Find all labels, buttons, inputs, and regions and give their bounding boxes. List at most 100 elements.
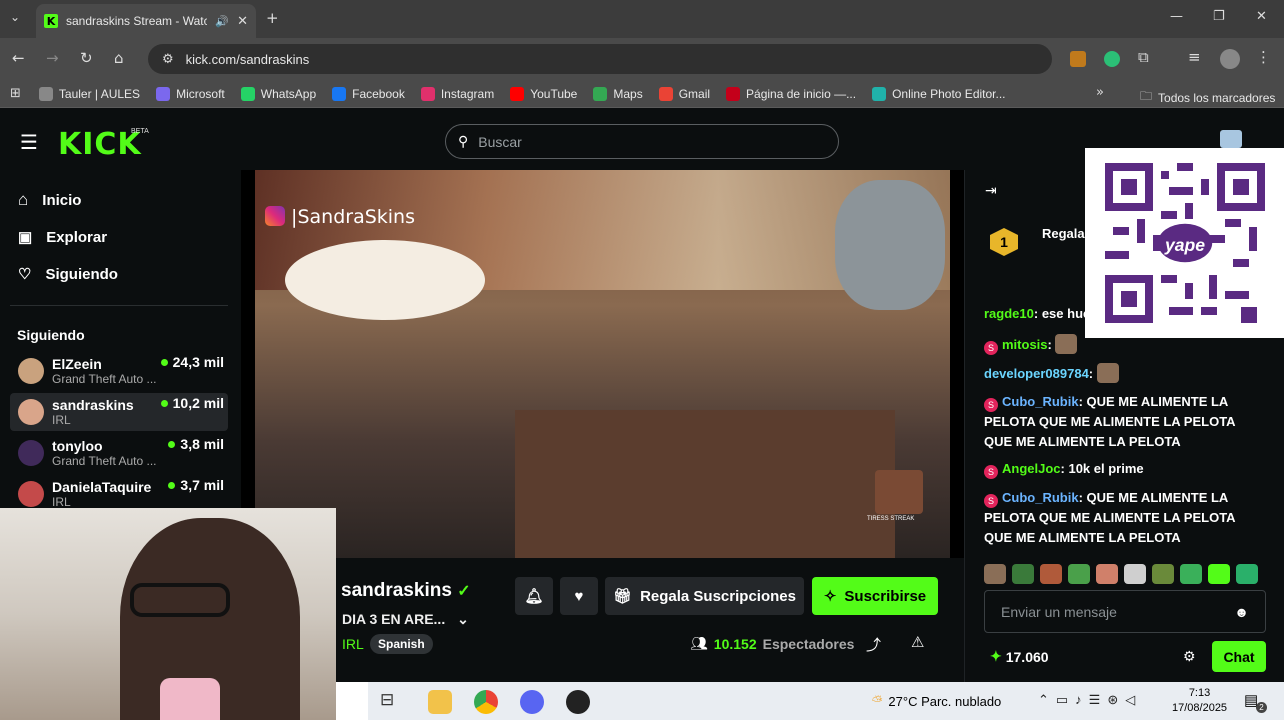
emote-icon[interactable] bbox=[1124, 564, 1146, 584]
collapse-chat-icon[interactable]: ⇥ bbox=[985, 182, 997, 199]
weather-text: 27°C Parc. nublado bbox=[888, 693, 1002, 709]
sidebar-channel-elzeein[interactable]: ElZeein Grand Theft Auto ... 24,3 mil bbox=[10, 352, 228, 390]
chat-username[interactable]: mitosis bbox=[1002, 337, 1048, 352]
discord-icon[interactable] bbox=[520, 690, 544, 714]
channel-name[interactable]: sandraskins ✓ bbox=[341, 580, 471, 602]
subscribe-button[interactable]: ✧ Suscribirse bbox=[812, 577, 938, 615]
chat-username[interactable]: AngelJoc bbox=[1002, 461, 1061, 476]
reload-icon[interactable]: ↻ bbox=[80, 49, 93, 67]
emote-icon[interactable] bbox=[1040, 564, 1062, 584]
language-tag[interactable]: Spanish bbox=[370, 634, 433, 654]
emote-icon[interactable] bbox=[984, 564, 1006, 584]
home-browser-icon[interactable]: ⌂ bbox=[114, 49, 124, 67]
search-input[interactable]: ⚲ Buscar bbox=[445, 124, 839, 159]
menu-kebab-icon[interactable]: ⋮ bbox=[1256, 48, 1271, 66]
sidebar-channel-tonyloo[interactable]: tonyloo Grand Theft Auto ... 3,8 mil bbox=[10, 434, 228, 472]
emote-icon[interactable] bbox=[1012, 564, 1034, 584]
extension-green-icon[interactable] bbox=[1104, 51, 1120, 67]
chat-username[interactable]: Cubo_Rubik bbox=[1002, 394, 1079, 409]
user-avatar[interactable] bbox=[1220, 130, 1242, 148]
stream-title[interactable]: DIA 3 EN ARE... ⌄ bbox=[342, 611, 469, 628]
emote-icon[interactable] bbox=[1180, 564, 1202, 584]
bookmark-item[interactable]: Microsoft bbox=[156, 86, 225, 101]
following-heading: Siguiendo bbox=[17, 327, 85, 343]
media-control-icon[interactable]: ≡ bbox=[1188, 48, 1201, 66]
bookmark-item[interactable]: YouTube bbox=[510, 86, 577, 101]
heart-icon: ♡ bbox=[18, 266, 32, 283]
send-chat-button[interactable]: Chat bbox=[1212, 641, 1266, 672]
task-view-icon[interactable]: ⊟ bbox=[380, 690, 404, 714]
tab-search-icon[interactable]: ⌄ bbox=[10, 10, 20, 24]
bookmark-item[interactable]: Tauler | AULES bbox=[38, 86, 140, 101]
table bbox=[515, 410, 895, 558]
bookmark-item[interactable]: Facebook bbox=[332, 86, 405, 101]
profile-avatar[interactable] bbox=[1220, 49, 1240, 69]
hamburger-menu-icon[interactable]: ☰ bbox=[20, 130, 38, 154]
back-icon[interactable]: ← bbox=[12, 49, 25, 67]
file-explorer-icon[interactable] bbox=[428, 690, 452, 714]
category-link[interactable]: IRL bbox=[342, 636, 364, 652]
site-settings-icon[interactable]: ⚙ bbox=[162, 52, 174, 67]
close-tab-icon[interactable]: ✕ bbox=[237, 14, 248, 29]
bookmark-item[interactable]: Instagram bbox=[420, 86, 494, 101]
new-tab-icon[interactable]: + bbox=[266, 9, 279, 27]
emote-icon[interactable] bbox=[1096, 564, 1118, 584]
nav-following[interactable]: ♡ Siguiendo bbox=[18, 265, 118, 284]
channel-name: ElZeein bbox=[52, 356, 102, 372]
channel-name-text: sandraskins bbox=[341, 580, 452, 601]
emote-icon[interactable] bbox=[1236, 564, 1258, 584]
obs-icon[interactable] bbox=[566, 690, 590, 714]
maximize-icon[interactable]: ❐ bbox=[1213, 9, 1225, 24]
chat-input[interactable]: Enviar un mensaje ☻ bbox=[984, 590, 1266, 633]
apps-grid-icon[interactable]: ⊞ bbox=[10, 86, 21, 101]
chat-message: ragde10: ese hue bbox=[984, 306, 1091, 321]
more-bookmarks-icon[interactable]: » bbox=[1096, 85, 1104, 100]
browser-tab[interactable]: K sandraskins Stream - Watch 🔊 ✕ bbox=[36, 4, 256, 38]
sidebar-channel-sandraskins[interactable]: sandraskins IRL 10,2 mil bbox=[10, 393, 228, 431]
bookmark-item[interactable]: Online Photo Editor... bbox=[872, 86, 1006, 101]
extension-icon[interactable] bbox=[1070, 51, 1086, 67]
start-area[interactable] bbox=[336, 682, 368, 720]
emote-icon[interactable] bbox=[1208, 564, 1230, 584]
nav-explore[interactable]: ▣ Explorar bbox=[18, 228, 107, 247]
weather-widget[interactable]: ⛅︎ 27°C Parc. nublado bbox=[872, 693, 1001, 709]
chat-username[interactable]: developer089784 bbox=[984, 366, 1089, 381]
address-bar[interactable]: ⚙ kick.com/sandraskins bbox=[148, 44, 1052, 74]
sub-badge-icon: S bbox=[984, 341, 998, 355]
report-warning-icon[interactable]: ⚠ bbox=[911, 633, 924, 651]
channel-points[interactable]: ✦ 17.060 bbox=[990, 648, 1049, 665]
emote-icon[interactable] bbox=[1068, 564, 1090, 584]
avatar bbox=[18, 399, 44, 425]
bookmarks-bar: ⊞ Tauler | AULES Microsoft WhatsApp Faceboo… bbox=[0, 80, 1284, 108]
forward-icon[interactable]: → bbox=[46, 49, 59, 67]
system-tray-icons[interactable]: ⌃▭♪☰⊛◁ bbox=[1038, 692, 1142, 708]
bookmark-item[interactable]: Maps bbox=[593, 86, 643, 101]
share-icon[interactable]: ⤴ bbox=[866, 634, 881, 655]
chrome-icon[interactable] bbox=[474, 690, 498, 714]
stream-video[interactable]: |SandraSkins TIRESS STREAK bbox=[255, 170, 950, 558]
url-text: kick.com/sandraskins bbox=[185, 51, 310, 67]
close-window-icon[interactable]: ✕ bbox=[1256, 9, 1267, 24]
bookmark-item[interactable]: Gmail bbox=[658, 86, 710, 101]
chat-settings-gear-icon[interactable]: ⚙ bbox=[1183, 648, 1196, 665]
audio-icon[interactable]: 🔊 bbox=[215, 15, 229, 28]
extensions-puzzle-icon[interactable]: ⧉ bbox=[1138, 48, 1149, 66]
all-bookmarks-folder[interactable]: 🗀 Todos los marcadores bbox=[1140, 87, 1275, 108]
viewers-icon: 👥︎ bbox=[690, 635, 708, 651]
follow-button[interactable]: ♥ bbox=[560, 577, 598, 615]
bookmark-item[interactable]: Página de inicio —... bbox=[726, 86, 856, 101]
gift-subs-button[interactable]: 🎁︎ Regala Suscripciones bbox=[605, 577, 804, 615]
bookmark-label: WhatsApp bbox=[260, 86, 317, 101]
emote-icon[interactable] bbox=[1152, 564, 1174, 584]
kick-logo[interactable]: KICK bbox=[58, 127, 142, 162]
bookmark-item[interactable]: WhatsApp bbox=[240, 86, 317, 101]
viewer-count-label: Espectadores bbox=[762, 635, 855, 652]
minimize-icon[interactable]: — bbox=[1170, 9, 1183, 24]
all-bookmarks-label: Todos los marcadores bbox=[1158, 90, 1276, 105]
chat-username[interactable]: Cubo_Rubik bbox=[1002, 490, 1079, 505]
notify-button[interactable]: 🔔︎ bbox=[515, 577, 553, 615]
emoji-picker-icon[interactable]: ☻ bbox=[1234, 604, 1249, 620]
nav-home[interactable]: ⌂ Inicio bbox=[18, 190, 81, 210]
chat-username[interactable]: ragde10 bbox=[984, 306, 1034, 321]
clock[interactable]: 7:13 17/08/2025 bbox=[1172, 686, 1227, 716]
